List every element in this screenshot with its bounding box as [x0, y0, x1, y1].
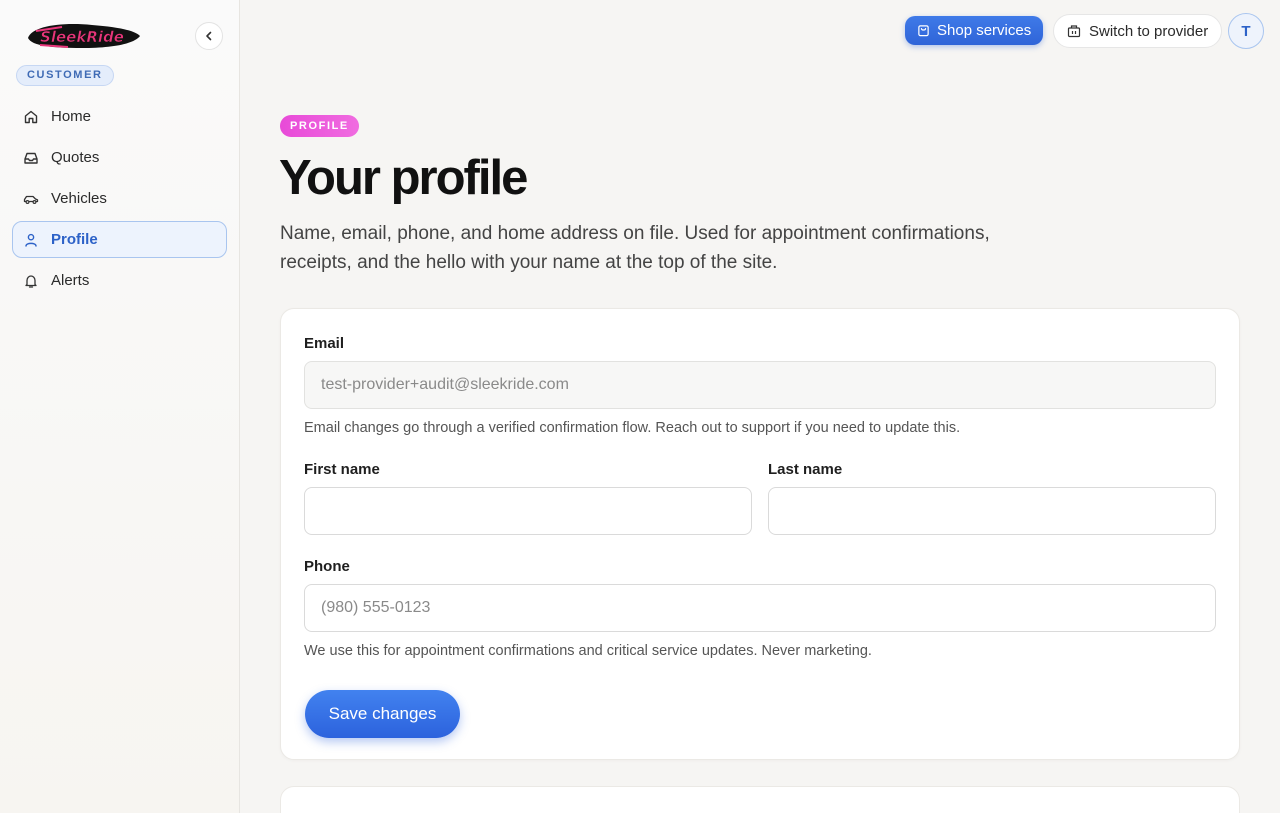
shop-services-button[interactable]: Shop services — [905, 16, 1044, 45]
sidebar-item-label: Profile — [51, 231, 98, 248]
shop-services-label: Shop services — [937, 22, 1032, 39]
first-name-input[interactable] — [304, 487, 752, 535]
shopping-bag-icon — [918, 25, 929, 37]
last-name-input[interactable] — [768, 487, 1216, 535]
sidebar-item-label: Vehicles — [51, 190, 107, 207]
car-icon — [23, 195, 39, 204]
collapse-sidebar-button[interactable] — [195, 22, 223, 50]
email-label: Email — [304, 335, 345, 352]
email-field: test-provider+audit@sleekride.com — [304, 361, 1216, 409]
last-name-label: Last name — [768, 461, 843, 478]
sidebar-nav: Home Quotes Vehicles Profile Alerts — [12, 98, 227, 303]
email-hint: Email changes go through a verified conf… — [304, 420, 961, 436]
phone-input[interactable] — [304, 584, 1216, 632]
page-description: Name, email, phone, and home address on … — [280, 223, 990, 273]
switch-to-provider-label: Switch to provider — [1089, 22, 1209, 40]
bell-icon — [25, 274, 37, 288]
sidebar-item-profile[interactable]: Profile — [12, 221, 227, 258]
sidebar-item-label: Quotes — [51, 149, 100, 166]
building-icon — [1067, 25, 1081, 38]
sidebar-item-quotes[interactable]: Quotes — [12, 139, 227, 176]
sidebar-item-label: Alerts — [51, 272, 90, 289]
sidebar: SleekRide CUSTOMER Home Quotes Vehicles … — [0, 0, 240, 813]
secondary-card — [280, 786, 1240, 813]
page-title: Your profile — [279, 151, 528, 205]
inbox-icon — [24, 152, 38, 164]
phone-label: Phone — [304, 558, 350, 575]
save-button[interactable]: Save changes — [305, 690, 460, 738]
sleekride-logo[interactable]: SleekRide — [22, 18, 144, 54]
sidebar-item-home[interactable]: Home — [12, 98, 227, 135]
avatar[interactable]: T — [1228, 13, 1264, 49]
sidebar-item-label: Home — [51, 108, 92, 125]
role-badge: CUSTOMER — [16, 65, 114, 86]
first-name-label: First name — [304, 461, 380, 478]
phone-hint: We use this for appointment confirmation… — [304, 643, 872, 659]
sidebar-item-vehicles[interactable]: Vehicles — [12, 180, 227, 217]
profile-form-card: Email test-provider+audit@sleekride.com … — [280, 308, 1240, 760]
page-eyebrow: PROFILE — [280, 115, 359, 137]
switch-to-provider-button[interactable]: Switch to provider — [1053, 14, 1223, 48]
chevron-left-icon — [206, 31, 212, 41]
user-icon — [25, 233, 37, 247]
sidebar-item-alerts[interactable]: Alerts — [12, 262, 227, 299]
svg-text:SleekRide: SleekRide — [40, 28, 124, 46]
home-icon — [24, 110, 38, 123]
